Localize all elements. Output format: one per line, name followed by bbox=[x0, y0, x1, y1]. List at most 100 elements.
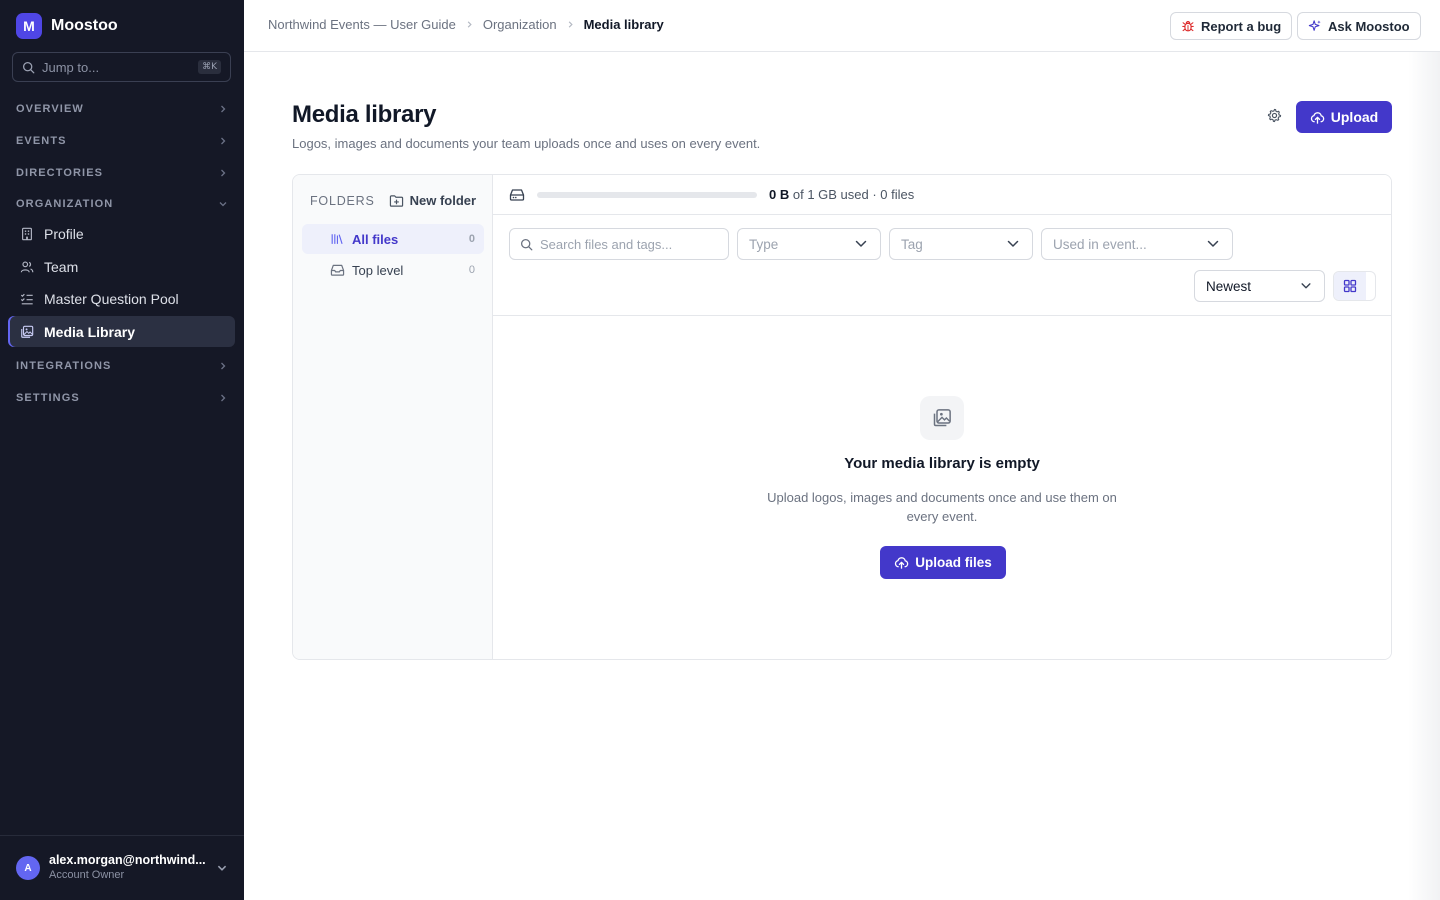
images-icon bbox=[20, 325, 34, 339]
nav-section-integrations[interactable]: INTEGRATIONS bbox=[16, 356, 228, 376]
filters-bar: Search files and tags... Type Tag Used i… bbox=[493, 215, 1391, 316]
folders-header: FOLDERS New folder bbox=[310, 193, 476, 208]
search-icon bbox=[520, 238, 533, 251]
sidebar-item-team[interactable]: Team bbox=[8, 251, 235, 282]
chevron-down-icon bbox=[1006, 237, 1020, 251]
upload-files-label: Upload files bbox=[915, 555, 992, 570]
chevron-right-icon bbox=[465, 20, 474, 29]
event-placeholder: Used in event... bbox=[1053, 236, 1147, 252]
nav-section-label: DIRECTORIES bbox=[16, 167, 104, 179]
search-input[interactable]: Search files and tags... bbox=[509, 228, 729, 260]
files-pane: 0 B of 1 GB used · 0 files Search files … bbox=[493, 175, 1391, 659]
library-settings-button[interactable] bbox=[1264, 105, 1284, 125]
user-role: Account Owner bbox=[49, 868, 125, 881]
report-bug-label: Report a bug bbox=[1201, 18, 1282, 34]
folder-item-all-files[interactable]: All files 0 bbox=[302, 224, 484, 254]
folders-pane: FOLDERS New folder All files 0 Top level… bbox=[293, 175, 493, 659]
sidebar-item-profile[interactable]: Profile bbox=[8, 218, 235, 249]
user-email: alex.morgan@northwind... bbox=[49, 853, 206, 868]
upload-label: Upload bbox=[1330, 109, 1379, 125]
breadcrumb: Northwind Events — User Guide Organizati… bbox=[268, 17, 664, 32]
empty-state-text: Upload logos, images and documents once … bbox=[767, 490, 1117, 524]
nav-section-directories[interactable]: DIRECTORIES bbox=[16, 163, 228, 183]
storage-progress-bar bbox=[537, 191, 757, 198]
chevron-right-icon bbox=[566, 20, 575, 29]
upload-button[interactable]: Upload bbox=[1296, 101, 1392, 133]
storage-text: 0 B of 1 GB used · 0 files bbox=[769, 187, 914, 202]
chevron-right-icon bbox=[218, 104, 228, 114]
chevron-down-icon bbox=[1300, 280, 1312, 292]
type-placeholder: Type bbox=[749, 236, 779, 252]
nav-section-overview[interactable]: OVERVIEW bbox=[16, 99, 228, 119]
report-bug-button[interactable]: Report a bug bbox=[1170, 12, 1293, 40]
jump-to-search[interactable]: Jump to... ⌘K bbox=[12, 52, 231, 82]
users-icon bbox=[20, 260, 34, 274]
brand[interactable]: M Moostoo bbox=[16, 13, 118, 39]
page-subtitle: Logos, images and documents your team up… bbox=[292, 136, 761, 151]
jump-to-placeholder: Jump to... bbox=[42, 59, 100, 75]
storage-usage: 0 B of 1 GB used · 0 files bbox=[493, 175, 1391, 215]
nav-section-settings[interactable]: SETTINGS bbox=[16, 388, 228, 408]
folder-label: All files bbox=[352, 231, 399, 247]
folder-count: 0 bbox=[468, 233, 475, 245]
folder-plus-icon bbox=[389, 194, 404, 208]
folder-item-top-level[interactable]: Top level 0 bbox=[302, 255, 484, 285]
tag-placeholder: Tag bbox=[901, 236, 923, 252]
sidebar-item-label: Media Library bbox=[44, 323, 136, 340]
inbox-icon bbox=[330, 263, 345, 277]
chevron-right-icon bbox=[218, 393, 228, 403]
sidebar-item-label: Profile bbox=[44, 225, 84, 242]
sidebar-item-master-question-pool[interactable]: Master Question Pool bbox=[8, 283, 235, 314]
grid-icon bbox=[1343, 279, 1357, 293]
jump-shortcut: ⌘K bbox=[198, 60, 221, 74]
empty-state: Your media library is empty Upload logos… bbox=[493, 316, 1391, 659]
cloud-upload-icon bbox=[894, 555, 909, 570]
tag-select[interactable]: Tag bbox=[889, 228, 1033, 260]
building-icon bbox=[20, 227, 34, 241]
sort-value: Newest bbox=[1206, 278, 1252, 294]
chevron-down-icon bbox=[1206, 237, 1220, 251]
type-select[interactable]: Type bbox=[737, 228, 881, 260]
upload-files-button[interactable]: Upload files bbox=[880, 546, 1006, 579]
breadcrumb-item-organization[interactable]: Organization bbox=[483, 17, 557, 32]
new-folder-button[interactable]: New folder bbox=[389, 193, 476, 208]
brand-name: Moostoo bbox=[51, 17, 118, 34]
gear-icon bbox=[1267, 108, 1282, 123]
user-menu[interactable]: A alex.morgan@northwind... Account Owner bbox=[0, 835, 244, 900]
media-panel: FOLDERS New folder All files 0 Top level… bbox=[292, 174, 1392, 660]
chevron-down-icon bbox=[216, 862, 228, 874]
search-icon bbox=[22, 61, 35, 74]
chevron-right-icon bbox=[218, 168, 228, 178]
used-in-event-select[interactable]: Used in event... bbox=[1041, 228, 1233, 260]
cloud-upload-icon bbox=[1310, 110, 1325, 125]
ask-moostoo-label: Ask Moostoo bbox=[1328, 18, 1410, 34]
list-checks-icon bbox=[20, 292, 34, 306]
nav-section-organization[interactable]: ORGANIZATION bbox=[16, 194, 228, 214]
breadcrumb-item-guide[interactable]: Northwind Events — User Guide bbox=[268, 17, 456, 32]
library-icon bbox=[330, 232, 344, 246]
images-icon bbox=[920, 396, 964, 440]
sort-select[interactable]: Newest bbox=[1194, 270, 1325, 302]
topbar: Northwind Events — User Guide Organizati… bbox=[244, 0, 1440, 52]
nav-section-label: SETTINGS bbox=[16, 392, 80, 404]
hard-drive-icon bbox=[509, 188, 525, 202]
sidebar-item-label: Master Question Pool bbox=[44, 290, 179, 307]
view-toggle bbox=[1333, 271, 1376, 301]
chevron-right-icon bbox=[218, 136, 228, 146]
bug-icon bbox=[1181, 19, 1195, 33]
grid-view-button[interactable] bbox=[1334, 272, 1366, 300]
nav-section-events[interactable]: EVENTS bbox=[16, 131, 228, 151]
sidebar-item-label: Team bbox=[44, 258, 79, 275]
storage-rest: of 1 GB used · 0 files bbox=[792, 187, 915, 202]
page-title: Media library bbox=[292, 101, 437, 128]
new-folder-label: New folder bbox=[409, 193, 477, 208]
brand-logo: M bbox=[16, 13, 42, 39]
folders-label: FOLDERS bbox=[310, 193, 375, 208]
avatar: A bbox=[16, 856, 40, 880]
nav-section-label: INTEGRATIONS bbox=[16, 360, 112, 372]
user-info: alex.morgan@northwind... Account Owner bbox=[49, 853, 207, 882]
sidebar-item-media-library[interactable]: Media Library bbox=[8, 316, 235, 347]
sparkles-icon bbox=[1308, 19, 1322, 33]
chevron-down-icon bbox=[854, 237, 868, 251]
ask-moostoo-button[interactable]: Ask Moostoo bbox=[1297, 12, 1421, 40]
